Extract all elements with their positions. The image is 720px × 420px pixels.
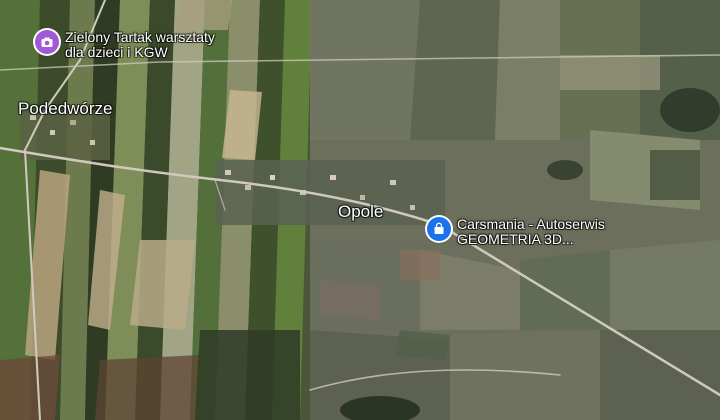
shopping-bag-icon [427, 217, 451, 241]
poi-carsmania-line1: Carsmania - Autoserwis [457, 216, 605, 232]
poi-carsmania-label: Carsmania - Autoserwis GEOMETRIA 3D... [457, 217, 605, 247]
poi-carsmania-line2: GEOMETRIA 3D... [457, 231, 574, 247]
poi-carsmania[interactable]: Carsmania - Autoserwis GEOMETRIA 3D... [427, 217, 605, 247]
poi-zielony-tartak[interactable]: Zielony Tartak warsztaty dla dzieci i KG… [35, 30, 215, 60]
map-view[interactable]: Zielony Tartak warsztaty dla dzieci i KG… [0, 0, 720, 420]
poi-zielony-tartak-label: Zielony Tartak warsztaty dla dzieci i KG… [65, 30, 215, 60]
place-label-podedworze[interactable]: Podedwórze [18, 100, 113, 117]
poi-zielony-tartak-line2: dla dzieci i KGW [65, 44, 168, 60]
place-label-opole[interactable]: Opole [338, 203, 383, 220]
camera-icon [35, 30, 59, 54]
poi-zielony-tartak-line1: Zielony Tartak warsztaty [65, 29, 215, 45]
